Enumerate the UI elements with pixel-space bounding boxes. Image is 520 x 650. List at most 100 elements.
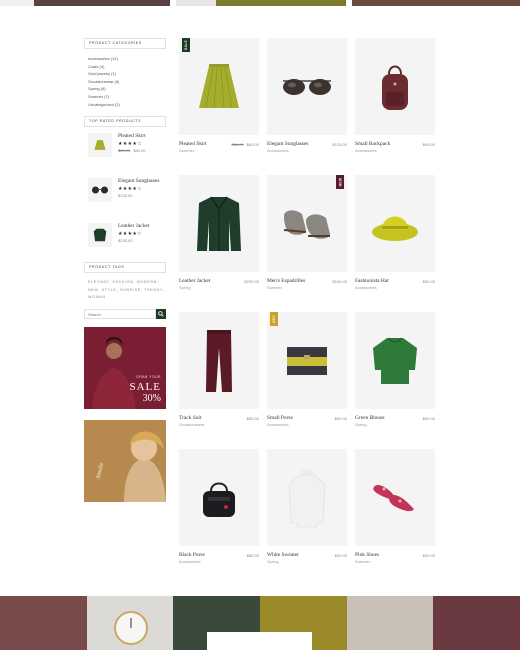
product-name[interactable]: Men's Espadrilles [267,278,305,284]
product-card[interactable]: Fashionista Hat Accessories $50.00 [355,175,437,290]
product-price: $90.00 [334,416,347,421]
tags-title: Product Tags [84,262,166,274]
banner-sale: SALE [129,381,161,393]
model-banner[interactable]: Amelle [84,420,166,502]
product-image[interactable] [179,175,259,272]
product-name[interactable]: Leather Jacket [179,278,210,284]
top-image-strip [0,0,520,6]
category-link[interactable]: Spring (9) [88,85,166,93]
category-list: Accessories (12) Coats (4) Gold jewelry … [88,55,166,108]
product-category[interactable]: Accessories [355,148,377,153]
product-card[interactable]: Pink Shoes Summer $90.00 [355,449,437,564]
top-rated-name[interactable]: Leather Jacket [118,223,149,229]
new-badge: NEW [336,175,344,189]
product-image[interactable] [355,449,435,546]
product-card[interactable]: Green Blouse Spring $90.00 [355,312,437,427]
model-banner-image [84,420,166,502]
product-image[interactable]: SALE [179,38,259,135]
sale-banner[interactable]: Grab Your SALE 30% [84,327,166,409]
product-card[interactable]: Track Suit Occasionwear $80.00 [179,312,261,427]
current-price: $60.00 [133,148,146,154]
product-card[interactable]: SALE Pleated Skirt Summer $66.00 $60.00 [179,38,261,153]
product-name[interactable]: Small Backpack [355,141,390,147]
search-input[interactable] [84,309,156,320]
product-category[interactable]: Spring [267,559,279,564]
product-category[interactable]: Summer [267,285,282,290]
product-price: $66.00 $60.00 [232,142,259,147]
product-image[interactable]: HOT [267,312,347,409]
product-name[interactable]: Track Suit [179,415,201,421]
footer-overlay-box [207,632,312,650]
product-price: $120.00 [332,142,347,147]
instagram-image[interactable] [0,596,87,650]
top-rated-name[interactable]: Pleated Skirt [118,133,146,139]
product-name[interactable]: Fashionista Hat [355,278,389,284]
category-link[interactable]: Summer (7) [88,93,166,101]
product-image[interactable] [355,38,435,135]
product-name[interactable]: Elegant Sunglasses [267,141,308,147]
star-rating: ★★★★☆ [118,186,142,193]
sale-badge: SALE [182,38,190,52]
product-name[interactable]: Black Purse [179,552,205,558]
product-category[interactable]: Occasionwear [179,422,204,427]
product-category[interactable]: Spring [355,422,367,427]
product-price: $50.00 [422,279,435,284]
categories-title: Product Categories [84,38,166,49]
search-button[interactable] [156,309,166,320]
instagram-image[interactable] [86,596,174,650]
top-rated-item[interactable]: Elegant Sunglasses ★★★★☆ $120.00 [84,178,166,217]
product-image[interactable] [355,312,435,409]
top-rated-price: $230.00 [118,238,133,244]
product-card[interactable]: HOT Small Purse Accessories $90.00 [267,312,349,427]
banner-line1: Grab Your [136,375,161,379]
product-name[interactable]: White Sweater [267,552,299,558]
hot-badge: HOT [270,312,278,326]
product-image[interactable] [267,449,347,546]
product-category[interactable]: Spring [179,285,191,290]
shop-sidebar: Product Categories Accessories (12) Coat… [84,38,166,320]
product-thumbnail[interactable] [88,223,112,248]
product-image[interactable] [355,175,435,272]
product-category[interactable]: Accessories [355,285,377,290]
product-name[interactable]: Pleated Skirt [179,141,207,147]
category-link[interactable]: Uncategorized (2) [88,101,166,109]
product-category[interactable]: Accessories [267,422,289,427]
search-icon [158,311,164,318]
product-image[interactable]: NEW [267,175,347,272]
top-rated-item[interactable]: Leather Jacket ★★★★☆ $230.00 [84,223,166,262]
product-image[interactable] [179,312,259,409]
product-price: $80.00 [246,416,259,421]
product-name[interactable]: Small Purse [267,415,293,421]
top-rated-item[interactable]: Pleated Skirt ★★★★☆ $66.00 $60.00 [84,133,166,172]
category-link[interactable]: Gold jewelry (1) [88,70,166,78]
product-thumbnail[interactable] [88,133,112,158]
instagram-image[interactable] [433,596,520,650]
instagram-image[interactable] [346,596,434,650]
product-category[interactable]: Accessories [179,559,201,564]
product-price: $100.00 [332,279,347,284]
tag-cloud[interactable]: Elegant, Fashion, Modern, New, Style, Su… [88,279,166,301]
star-rating: ★★★★☆ [118,231,142,238]
product-image[interactable] [179,449,259,546]
product-thumbnail[interactable] [88,178,112,203]
product-name[interactable]: Green Blouse [355,415,385,421]
product-card[interactable]: Black Purse Accessories $80.00 [179,449,261,564]
product-price: $230.00 [244,279,259,284]
product-card[interactable]: White Sweater Spring $90.00 [267,449,349,564]
category-link[interactable]: Occasionwear (6) [88,78,166,86]
product-price: $90.00 [422,553,435,558]
old-price: $66.00 [118,148,131,154]
product-card[interactable]: Elegant Sunglasses Accessories $120.00 [267,38,349,153]
category-link[interactable]: Coats (4) [88,63,166,71]
product-category[interactable]: Accessories [267,148,289,153]
product-card[interactable]: NEW Men's Espadrilles Summer $100.00 [267,175,349,290]
product-image[interactable] [267,38,347,135]
current-price: $60.00 [246,142,259,147]
top-rated-name[interactable]: Elegant Sunglasses [118,178,159,184]
product-card[interactable]: Leather Jacket Spring $230.00 [179,175,261,290]
product-category[interactable]: Summer [179,148,194,153]
product-category[interactable]: Summer [355,559,370,564]
category-link[interactable]: Accessories (12) [88,55,166,63]
product-card[interactable]: Small Backpack Accessories $90.00 [355,38,437,153]
product-name[interactable]: Pink Shoes [355,552,379,558]
